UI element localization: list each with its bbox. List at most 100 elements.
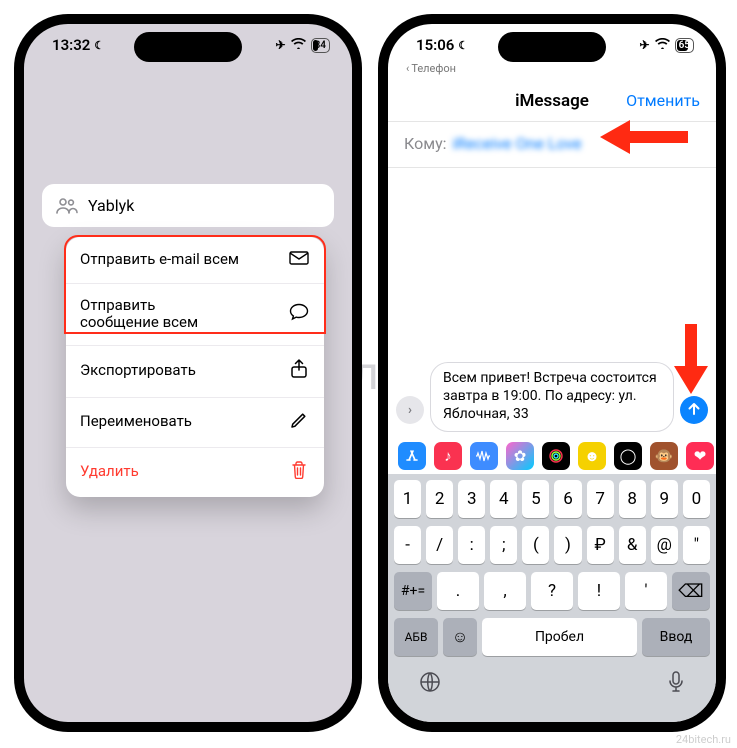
imessage-apps-strip[interactable]: ♪ ✿ ☻ ◯ 🐵 ❤ (388, 438, 716, 474)
keyboard-bottom-row (392, 664, 712, 708)
key-.[interactable]: . (437, 572, 479, 610)
keyboard-row-2: -/:;()₽&@" (392, 526, 712, 564)
compose-area: › Всем привет! Встреча состоится завтра … (388, 354, 716, 438)
menu-export-label: Экспортировать (80, 362, 196, 379)
pencil-icon (288, 411, 310, 434)
menu-rename[interactable]: Переименовать (66, 398, 324, 448)
key-&[interactable]: & (619, 526, 646, 564)
key-1[interactable]: 1 (394, 480, 421, 518)
battery-icon: 34 (311, 38, 330, 53)
group-name: Yablyk (88, 196, 134, 215)
key-7[interactable]: 7 (587, 480, 614, 518)
globe-icon[interactable] (418, 670, 442, 700)
app-fitness-icon[interactable] (542, 442, 570, 470)
key-,[interactable]: , (484, 572, 526, 610)
app-animoji-icon[interactable]: 🐵 (650, 442, 678, 470)
group-card[interactable]: Yablyk (42, 184, 334, 227)
key-emoji[interactable]: ☺ (443, 618, 477, 656)
key-₽[interactable]: ₽ (587, 526, 614, 564)
app-photos-icon[interactable]: ✿ (506, 442, 534, 470)
dnd-icon: ☾ (94, 39, 104, 52)
dnd-icon: ☾ (458, 39, 468, 52)
key-"[interactable]: " (683, 526, 710, 564)
menu-message-all-label: Отправить сообщение всем (80, 297, 198, 332)
expand-apps-button[interactable]: › (396, 396, 424, 424)
key--[interactable]: - (394, 526, 421, 564)
key-5[interactable]: 5 (522, 480, 549, 518)
send-button[interactable] (680, 396, 708, 424)
nav-bar: iMessage Отменить (388, 80, 716, 122)
menu-export[interactable]: Экспортировать (66, 346, 324, 398)
menu-rename-label: Переименовать (80, 413, 192, 430)
app-audio-icon[interactable] (470, 442, 498, 470)
key-backspace[interactable]: ⌫ (672, 572, 710, 610)
key-![interactable]: ! (578, 572, 620, 610)
mic-icon[interactable] (666, 670, 686, 700)
message-input[interactable]: Всем привет! Встреча состоится завтра в … (430, 362, 674, 432)
key-'[interactable]: ' (625, 572, 667, 610)
key-symbols[interactable]: #+= (394, 572, 432, 610)
trash-icon (288, 461, 310, 484)
notch (498, 32, 606, 62)
keyboard-row-1: 1234567890 (392, 480, 712, 518)
key-0[interactable]: 0 (683, 480, 710, 518)
nav-title: iMessage (515, 91, 589, 111)
app-music-icon[interactable]: ♪ (434, 442, 462, 470)
menu-email-all[interactable]: Отправить e-mail всем (66, 237, 324, 284)
key-2[interactable]: 2 (426, 480, 453, 518)
arrow-to-send (674, 324, 708, 394)
status-time: 15:06 (416, 36, 454, 54)
arrow-up-icon (687, 401, 701, 420)
menu-message-all[interactable]: Отправить сообщение всем (66, 284, 324, 346)
key-8[interactable]: 8 (619, 480, 646, 518)
emoji-icon: ☺ (452, 627, 468, 647)
phone-right: 15:06 ☾ ✈︎ 65 ‹ Телефон iMessage Отменит… (378, 14, 726, 732)
back-label: Телефон (411, 62, 456, 75)
speech-bubble-icon (288, 303, 310, 326)
key-@[interactable]: @ (651, 526, 678, 564)
app-cash-icon[interactable]: ◯ (614, 442, 642, 470)
key-9[interactable]: 9 (651, 480, 678, 518)
wifi-icon (291, 38, 306, 52)
backspace-icon: ⌫ (678, 581, 703, 602)
share-icon (288, 359, 310, 384)
airplane-icon: ✈︎ (276, 38, 286, 52)
key-/[interactable]: / (426, 526, 453, 564)
app-appstore-icon[interactable] (398, 442, 426, 470)
key-6[interactable]: 6 (554, 480, 581, 518)
to-contacts: iReceive One Love (453, 134, 582, 153)
source-mark: 24bitech.ru (676, 733, 731, 746)
notch (134, 32, 242, 62)
menu-delete[interactable]: Удалить (66, 448, 324, 497)
key-abc[interactable]: АБВ (394, 618, 438, 656)
key-)[interactable]: ) (554, 526, 581, 564)
key-4[interactable]: 4 (490, 480, 517, 518)
airplane-icon: ✈︎ (640, 38, 650, 52)
chevron-right-icon: › (408, 403, 412, 418)
battery-icon: 65 (675, 38, 694, 53)
arrow-to-contacts (600, 120, 688, 154)
keyboard: 1234567890 -/:;()₽&@" #+= .,?!' ⌫ АБВ ☺ … (388, 474, 716, 722)
key-([interactable]: ( (522, 526, 549, 564)
menu-delete-label: Удалить (80, 463, 139, 480)
chevron-left-icon: ‹ (406, 62, 409, 75)
status-time: 13:32 (52, 36, 90, 54)
key-enter[interactable]: Ввод (642, 618, 710, 656)
key-space[interactable]: Пробел (482, 618, 637, 656)
app-memoji-icon[interactable]: ☻ (578, 442, 606, 470)
menu-email-all-label: Отправить e-mail всем (80, 251, 239, 268)
cancel-button[interactable]: Отменить (626, 91, 700, 110)
back-to-phone[interactable]: ‹ Телефон (406, 62, 456, 75)
keyboard-row-4: АБВ ☺ Пробел Ввод (392, 618, 712, 656)
keyboard-row-3: #+= .,?!' ⌫ (392, 572, 712, 610)
envelope-icon (288, 250, 310, 270)
wifi-icon (655, 38, 670, 52)
app-more-icon[interactable]: ❤ (686, 442, 714, 470)
key-?[interactable]: ? (531, 572, 573, 610)
group-icon (56, 197, 78, 215)
phone-left: 13:32 ☾ ✈︎ 34 Yablyk Отправить e-m (14, 14, 362, 732)
key-3[interactable]: 3 (458, 480, 485, 518)
message-text: Всем привет! Встреча состоится завтра в … (443, 370, 657, 422)
key-;[interactable]: ; (490, 526, 517, 564)
key-:[interactable]: : (458, 526, 485, 564)
